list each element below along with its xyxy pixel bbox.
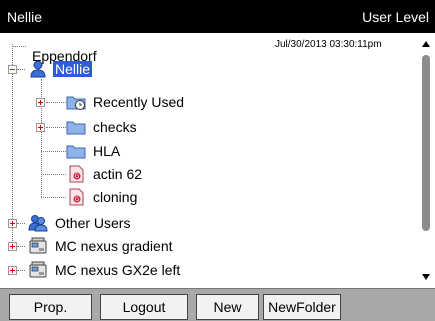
tree-line <box>17 270 25 271</box>
tree-node-recently-used[interactable]: Recently Used <box>66 91 186 113</box>
user-icon <box>28 60 48 78</box>
tree-node-label: MC nexus GX2e left <box>55 262 181 278</box>
tree-node-checks[interactable]: checks <box>66 116 139 138</box>
tree-line <box>46 102 66 103</box>
tree-node-nellie[interactable]: Nellie <box>28 58 93 80</box>
tree-line <box>41 197 66 198</box>
tree-line <box>12 44 13 247</box>
file-tree: Jul/30/2013 03:30:11pm Eppendorf Nellie … <box>0 33 418 288</box>
scroll-down-arrow-icon[interactable] <box>422 274 430 280</box>
prop-button[interactable]: Prop. <box>9 294 92 320</box>
tree-node-label: Other Users <box>55 215 131 231</box>
tree-node-label: Recently Used <box>93 94 185 110</box>
expand-toggle[interactable] <box>8 266 17 275</box>
gradient-file-icon: G <box>66 188 86 206</box>
tree-node-label: HLA <box>93 143 121 159</box>
users-icon <box>28 214 48 232</box>
thermocycler-icon <box>28 261 48 279</box>
gradient-file-icon: G <box>66 165 86 183</box>
collapse-toggle[interactable] <box>8 65 17 74</box>
svg-text:G: G <box>75 173 80 180</box>
tree-line <box>41 174 66 175</box>
folder-icon <box>66 118 86 136</box>
tree-line <box>17 69 25 70</box>
tree-node-hla[interactable]: HLA <box>66 140 122 162</box>
expand-toggle[interactable] <box>36 123 45 132</box>
tree-line <box>46 127 66 128</box>
timestamp: Jul/30/2013 03:30:11pm <box>275 39 382 50</box>
expand-toggle[interactable] <box>8 242 17 251</box>
tree-node-label: checks <box>93 119 137 135</box>
tree-line <box>17 246 25 247</box>
tree-line <box>41 151 66 152</box>
tree-node-label: actin 62 <box>93 166 143 182</box>
scroll-up-arrow-icon[interactable] <box>422 41 430 47</box>
tree-node-cloning[interactable]: G cloning <box>66 186 139 208</box>
expand-toggle[interactable] <box>36 98 45 107</box>
vertical-scrollbar[interactable] <box>418 33 435 288</box>
title-bar: Nellie User Level <box>0 0 435 33</box>
tree-node-actin-62[interactable]: G actin 62 <box>66 163 144 185</box>
folder-clock-icon <box>66 93 86 111</box>
scrollbar-thumb[interactable] <box>422 55 430 231</box>
tree-line <box>12 46 26 47</box>
folder-icon <box>66 142 86 160</box>
window-title: Nellie <box>7 9 43 25</box>
new-folder-button[interactable]: NewFolder <box>263 294 341 320</box>
tree-line <box>41 79 42 197</box>
expand-toggle[interactable] <box>8 219 17 228</box>
bottom-toolbar: Prop. Logout New NewFolder <box>0 288 435 321</box>
logout-button[interactable]: Logout <box>100 294 188 320</box>
tree-node-mc-nexus-gx2e-left[interactable]: MC nexus GX2e left <box>28 259 182 281</box>
tree-node-label: cloning <box>93 189 138 205</box>
thermocycler-icon <box>28 237 48 255</box>
svg-text:G: G <box>75 196 80 203</box>
tree-node-label: MC nexus gradient <box>55 238 173 254</box>
new-button[interactable]: New <box>196 294 259 320</box>
tree-node-mc-nexus-gradient[interactable]: MC nexus gradient <box>28 235 175 257</box>
tree-line <box>17 223 25 224</box>
tree-node-label: Nellie <box>53 61 93 77</box>
user-level-label: User Level <box>362 9 429 25</box>
tree-node-other-users[interactable]: Other Users <box>28 212 132 234</box>
